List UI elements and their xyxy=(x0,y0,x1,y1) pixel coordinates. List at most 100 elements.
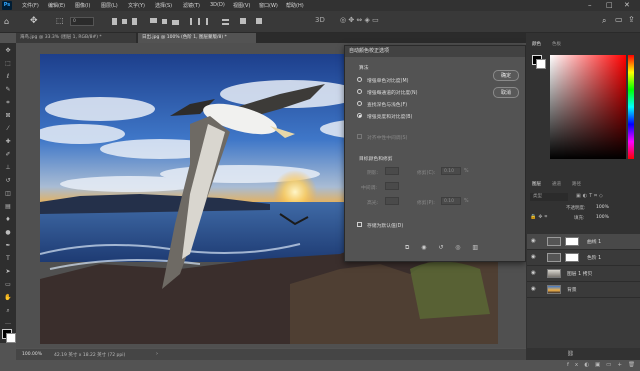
shadows-clip-input[interactable]: 0.10 xyxy=(441,167,461,175)
menu-layer[interactable]: 图层(L) xyxy=(101,2,118,9)
zoom-icon[interactable]: ⌕ xyxy=(3,307,13,315)
marquee-icon[interactable]: ⬚ xyxy=(3,60,13,68)
eyedropper-icon[interactable]: ⁄ xyxy=(3,125,13,133)
lasso-icon[interactable]: ℓ xyxy=(3,73,13,81)
history-brush-icon[interactable]: ↺ xyxy=(3,177,13,185)
save-default-label: 存储为默认值(D) xyxy=(367,224,404,229)
menu-3d[interactable]: 3D(D) xyxy=(210,2,225,8)
layer-filter-icons[interactable]: ▣◐T⌗◇ xyxy=(576,193,605,199)
brush-icon[interactable]: ✐ xyxy=(3,151,13,159)
highlights-clip-input[interactable]: 0.10 xyxy=(441,197,461,205)
ok-button[interactable]: 确定 xyxy=(493,70,519,81)
midtones-label: 中间调: xyxy=(361,186,378,191)
layer-row-background[interactable]: ◉ 背景 xyxy=(527,282,640,298)
eye-icon[interactable]: ◉ xyxy=(531,238,536,244)
menu-file[interactable]: 文件(F) xyxy=(22,2,39,9)
curves-adjustment-icon xyxy=(547,237,561,246)
auto-select-dropdown[interactable]: 0 xyxy=(70,17,94,26)
tab-channels[interactable]: 通道 xyxy=(552,181,561,187)
color-picker-field[interactable] xyxy=(550,55,626,159)
frame-icon[interactable]: ⊠ xyxy=(3,112,13,120)
clone-stamp-icon[interactable]: ⊥ xyxy=(3,164,13,172)
hand-icon[interactable]: ✋ xyxy=(3,294,13,302)
zoom-level[interactable]: 100.00% xyxy=(22,352,42,357)
tab-swatches[interactable]: 色板 xyxy=(552,41,561,47)
layer-mask-thumb[interactable] xyxy=(565,237,579,246)
radio-monochromatic[interactable] xyxy=(357,77,362,82)
healing-brush-icon[interactable]: ✚ xyxy=(3,138,13,146)
status-menu-icon[interactable]: › xyxy=(156,351,158,357)
tab-paths[interactable]: 路径 xyxy=(572,181,581,187)
cancel-button[interactable]: 取消 xyxy=(493,87,519,98)
image-layer-icon xyxy=(547,269,561,278)
layer-kind-filter[interactable]: 类型 xyxy=(530,193,568,201)
highlights-swatch[interactable] xyxy=(385,197,399,205)
pen-icon[interactable]: ✒ xyxy=(3,242,13,250)
home-icon[interactable]: ⌂ xyxy=(4,17,9,26)
crop-icon[interactable]: ⌗ xyxy=(3,99,13,107)
snap-neutral-checkbox[interactable] xyxy=(357,134,362,139)
radio-find-dark-light[interactable] xyxy=(357,101,362,106)
tab-layers[interactable]: 图层 xyxy=(532,181,541,187)
color-background-swatch[interactable] xyxy=(536,59,546,69)
maximize-icon[interactable]: □ xyxy=(606,1,613,9)
share-icon[interactable]: ⇪ xyxy=(628,15,635,24)
menu-help[interactable]: 帮助(H) xyxy=(286,2,304,9)
radio-per-channel[interactable] xyxy=(357,89,362,94)
rectangle-icon[interactable]: ▭ xyxy=(3,281,13,289)
type-icon[interactable]: T xyxy=(3,255,13,263)
opacity-value[interactable]: 100% xyxy=(596,205,609,210)
close-icon[interactable]: ✕ xyxy=(624,1,630,9)
blur-icon[interactable]: ♦ xyxy=(3,216,13,224)
align-buttons[interactable] xyxy=(110,17,300,26)
menu-filter[interactable]: 滤镜(T) xyxy=(183,2,200,9)
tab-seabird[interactable]: 海鸟.jpg @ 33.3% (图层 1, RGB/8#) * xyxy=(16,33,136,43)
more-tools-icon[interactable]: … xyxy=(3,319,13,327)
document-tab-bar: 海鸟.jpg @ 33.3% (图层 1, RGB/8#) * 日出.jpg @… xyxy=(16,33,526,43)
background-color-swatch[interactable] xyxy=(6,333,16,343)
quick-select-icon[interactable]: ✎ xyxy=(3,86,13,94)
properties-footer-icons[interactable]: ⧉ ◉ ↺ ◎ ▥ xyxy=(405,244,520,254)
workspace-icon[interactable]: ▭ xyxy=(615,15,623,24)
eye-icon[interactable]: ◉ xyxy=(531,254,536,260)
opacity-label: 不透明度: xyxy=(566,206,586,211)
fill-value[interactable]: 100% xyxy=(596,215,609,220)
move-icon[interactable]: ✥ xyxy=(3,47,13,55)
menu-image[interactable]: 图像(I) xyxy=(75,2,90,9)
dialog-title: 自动颜色校正选项 xyxy=(345,46,525,57)
shadows-swatch[interactable] xyxy=(385,167,399,175)
tab-color[interactable]: 颜色 xyxy=(532,41,541,47)
save-default-checkbox[interactable] xyxy=(357,222,362,227)
menu-view[interactable]: 视图(V) xyxy=(233,2,250,9)
layer-row-levels[interactable]: ◉ 色阶 1 xyxy=(527,250,640,266)
search-icon[interactable]: ⌕ xyxy=(602,16,606,26)
auto-select-icon[interactable]: ⬚ xyxy=(56,16,64,25)
midtones-swatch[interactable] xyxy=(385,182,399,190)
algorithm-label: 算法 xyxy=(359,66,369,71)
layer-mask-thumb[interactable] xyxy=(565,253,579,262)
radio-brightness-contrast[interactable] xyxy=(357,113,362,118)
tab-sunrise[interactable]: 日出.jpg @ 100% (色阶 1, 图层蒙版/8) * xyxy=(138,33,256,43)
move-tool-icon[interactable]: ✥ xyxy=(30,16,38,26)
gradient-icon[interactable]: ▤ xyxy=(3,203,13,211)
minimize-icon[interactable]: – xyxy=(588,1,592,9)
layer-row-bird-copy[interactable]: ◉ 图层 1 拷贝 xyxy=(527,266,640,282)
hue-slider[interactable] xyxy=(628,55,634,159)
path-select-icon[interactable]: ➤ xyxy=(3,268,13,276)
eraser-icon[interactable]: ◫ xyxy=(3,190,13,198)
levels-adjustment-icon xyxy=(547,253,561,262)
menu-window[interactable]: 窗口(W) xyxy=(259,2,278,9)
dodge-icon[interactable]: ● xyxy=(3,229,13,237)
layer-row-curves[interactable]: ◉ 曲线 1 xyxy=(527,234,640,250)
layers-footer-icons[interactable]: ⛓fx◐▣▭+🗑 xyxy=(527,349,640,368)
shadows-label: 阴影: xyxy=(367,171,379,176)
menu-select[interactable]: 选择(S) xyxy=(155,2,172,9)
menu-edit[interactable]: 编辑(E) xyxy=(48,2,65,9)
menu-type[interactable]: 文字(Y) xyxy=(128,2,145,9)
3d-orbit-icon[interactable]: ◎ ✥ ⇔ ◈ ▭ xyxy=(340,16,379,24)
layer-name: 曲线 1 xyxy=(587,240,602,245)
option-label: 增强单色对比度(M) xyxy=(367,79,409,84)
lock-icons[interactable]: 🔒✥⌗ xyxy=(530,214,549,220)
eye-icon[interactable]: ◉ xyxy=(531,286,536,292)
eye-icon[interactable]: ◉ xyxy=(531,270,536,276)
